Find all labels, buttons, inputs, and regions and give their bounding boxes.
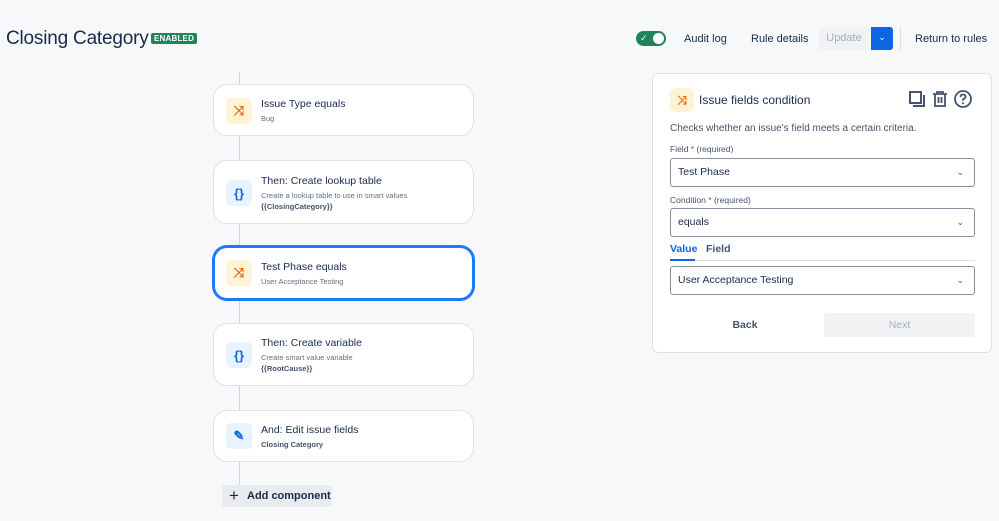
copy-icon[interactable] xyxy=(907,89,927,109)
shuffle-icon: ⤨ xyxy=(226,260,252,286)
chevron-down-icon: ⌄ xyxy=(878,32,886,42)
rule-title: Closing Category xyxy=(6,28,149,49)
braces-icon: {} xyxy=(226,180,252,206)
active-tab-indicator xyxy=(670,259,695,261)
divider xyxy=(900,27,901,50)
component-subtitle: Create smart value variable xyxy=(261,353,353,362)
component-title: Issue Type equals xyxy=(261,98,346,110)
check-icon: ✓ xyxy=(640,33,648,43)
shuffle-icon: ⤨ xyxy=(670,88,694,112)
chevron-down-icon: ⌄ xyxy=(956,217,964,227)
field-label: Field * (required) xyxy=(670,144,734,154)
component-card-test-phase[interactable]: ⤨ Test Phase equals User Acceptance Test… xyxy=(213,246,474,300)
chevron-down-icon: ⌄ xyxy=(956,275,964,285)
component-card-lookup-table[interactable]: {} Then: Create lookup table Create a lo… xyxy=(213,160,474,224)
component-title: Then: Create lookup table xyxy=(261,175,382,187)
component-subtitle: Bug xyxy=(261,114,275,123)
condition-select[interactable]: equals ⌄ xyxy=(670,208,975,237)
status-badge: ENABLED xyxy=(151,33,198,44)
panel-title: Issue fields condition xyxy=(699,93,811,107)
add-component-button[interactable]: + Add component xyxy=(222,485,332,507)
plus-icon: + xyxy=(229,486,239,505)
rule-enabled-toggle[interactable]: ✓ xyxy=(636,31,666,46)
chevron-down-icon: ⌄ xyxy=(956,167,964,177)
trash-icon[interactable] xyxy=(930,89,950,109)
value-select[interactable]: User Acceptance Testing ⌄ xyxy=(670,266,975,295)
next-button[interactable]: Next xyxy=(824,313,975,337)
update-button[interactable]: Update xyxy=(819,27,869,50)
component-title: Then: Create variable xyxy=(261,337,362,349)
component-detail: {{RootCause}} xyxy=(261,364,313,373)
braces-icon: {} xyxy=(226,342,252,368)
return-to-rules-button[interactable]: Return to rules xyxy=(915,33,987,45)
component-subtitle: Create a lookup table to use in smart va… xyxy=(261,191,408,200)
component-card-edit-issue-fields[interactable]: ✎ And: Edit issue fields Closing Categor… xyxy=(213,410,474,462)
component-title: And: Edit issue fields xyxy=(261,424,359,436)
toggle-knob xyxy=(653,33,664,44)
tab-divider xyxy=(670,260,975,261)
component-card-issue-type[interactable]: ⤨ Issue Type equals Bug xyxy=(213,84,474,136)
component-detail: Closing Category xyxy=(261,440,324,449)
back-button[interactable]: Back xyxy=(670,313,820,337)
update-dropdown-button[interactable]: ⌄ xyxy=(871,27,893,50)
add-component-label: Add component xyxy=(247,490,331,502)
audit-log-button[interactable]: Audit log xyxy=(684,33,727,45)
component-config-panel: ⤨ Issue fields condition Checks whether … xyxy=(652,73,992,353)
tab-field[interactable]: Field xyxy=(706,243,731,255)
component-card-create-variable[interactable]: {} Then: Create variable Create smart va… xyxy=(213,323,474,386)
pencil-icon: ✎ xyxy=(226,423,252,449)
component-title: Test Phase equals xyxy=(261,261,347,273)
condition-label: Condition * (required) xyxy=(670,195,751,205)
field-select[interactable]: Test Phase ⌄ xyxy=(670,158,975,187)
component-subtitle: User Acceptance Testing xyxy=(261,277,344,286)
help-icon[interactable] xyxy=(953,89,973,109)
rule-details-button[interactable]: Rule details xyxy=(751,33,808,45)
panel-description: Checks whether an issue's field meets a … xyxy=(670,123,917,134)
tab-value[interactable]: Value xyxy=(670,243,697,255)
component-detail: {{ClosingCategory}} xyxy=(261,202,333,211)
shuffle-icon: ⤨ xyxy=(226,98,252,124)
